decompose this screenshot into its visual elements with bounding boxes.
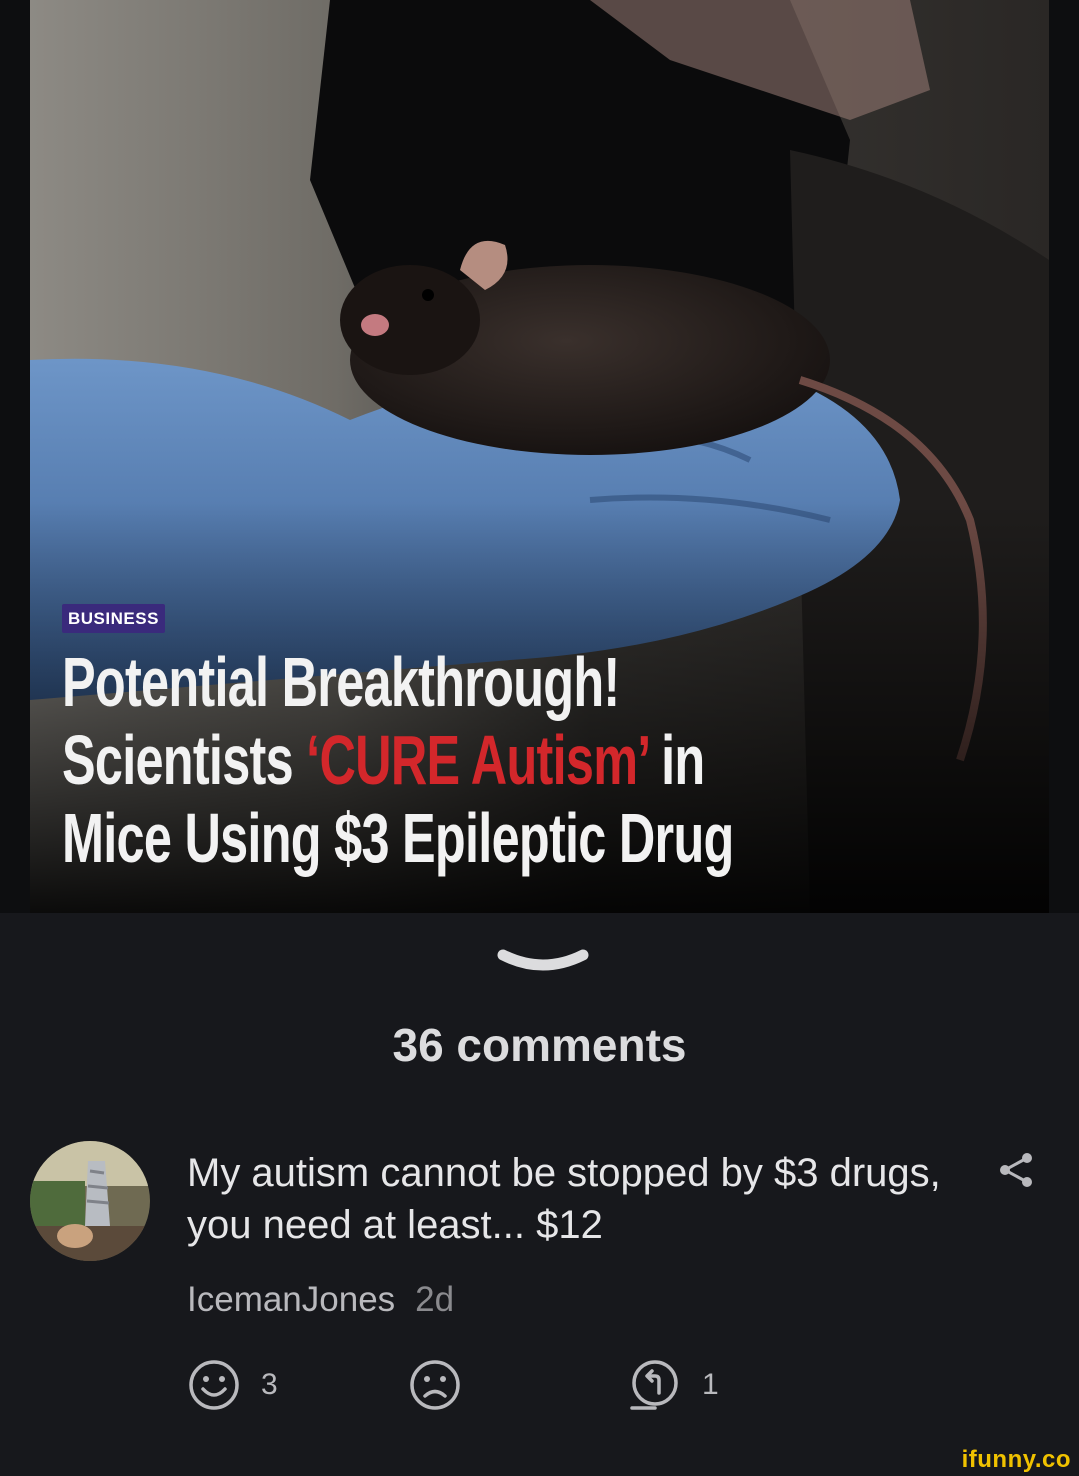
headline-line-1: Potential Breakthrough! xyxy=(62,643,620,721)
reply-count: 1 xyxy=(702,1368,719,1401)
comment-author[interactable]: IcemanJones xyxy=(187,1280,395,1319)
headline-highlight: ‘CURE Autism’ xyxy=(306,721,648,799)
reply-button[interactable]: 1 xyxy=(628,1358,719,1412)
comments-count[interactable]: 36 comments xyxy=(0,1018,1079,1072)
share-icon[interactable] xyxy=(996,1150,1036,1190)
comment-time: 2d xyxy=(415,1280,455,1319)
frown-icon xyxy=(410,1360,460,1410)
avatar[interactable] xyxy=(30,1141,150,1261)
article-headline: Potential Breakthrough! Scientists ‘CURE… xyxy=(62,643,753,877)
smile-button[interactable]: 3 xyxy=(187,1358,278,1412)
frown-button[interactable] xyxy=(408,1358,482,1412)
smile-icon xyxy=(189,1360,239,1410)
headline-line-3: Mice Using $3 Epileptic Drug xyxy=(62,799,734,877)
article-overlay: BUSINESS Potential Breakthrough! Scienti… xyxy=(62,604,1022,877)
comment-meta: IcemanJones 2d xyxy=(187,1280,454,1320)
headline-line-2-start: Scientists xyxy=(62,721,307,799)
smile-count: 3 xyxy=(261,1368,278,1401)
comment-text: My autism cannot be stopped by $3 drugs,… xyxy=(187,1151,941,1247)
avatar-image xyxy=(30,1141,150,1261)
category-badge: BUSINESS xyxy=(62,604,165,633)
ifunny-watermark: ifunny.co xyxy=(961,1446,1071,1473)
reply-icon xyxy=(630,1360,678,1410)
headline-line-2-end: in xyxy=(647,721,705,799)
post-image[interactable]: BUSINESS Potential Breakthrough! Scienti… xyxy=(0,0,1079,913)
headline-line-2: Scientists ‘CURE Autism’ in xyxy=(62,721,753,799)
chevron-down-icon[interactable] xyxy=(495,945,591,979)
